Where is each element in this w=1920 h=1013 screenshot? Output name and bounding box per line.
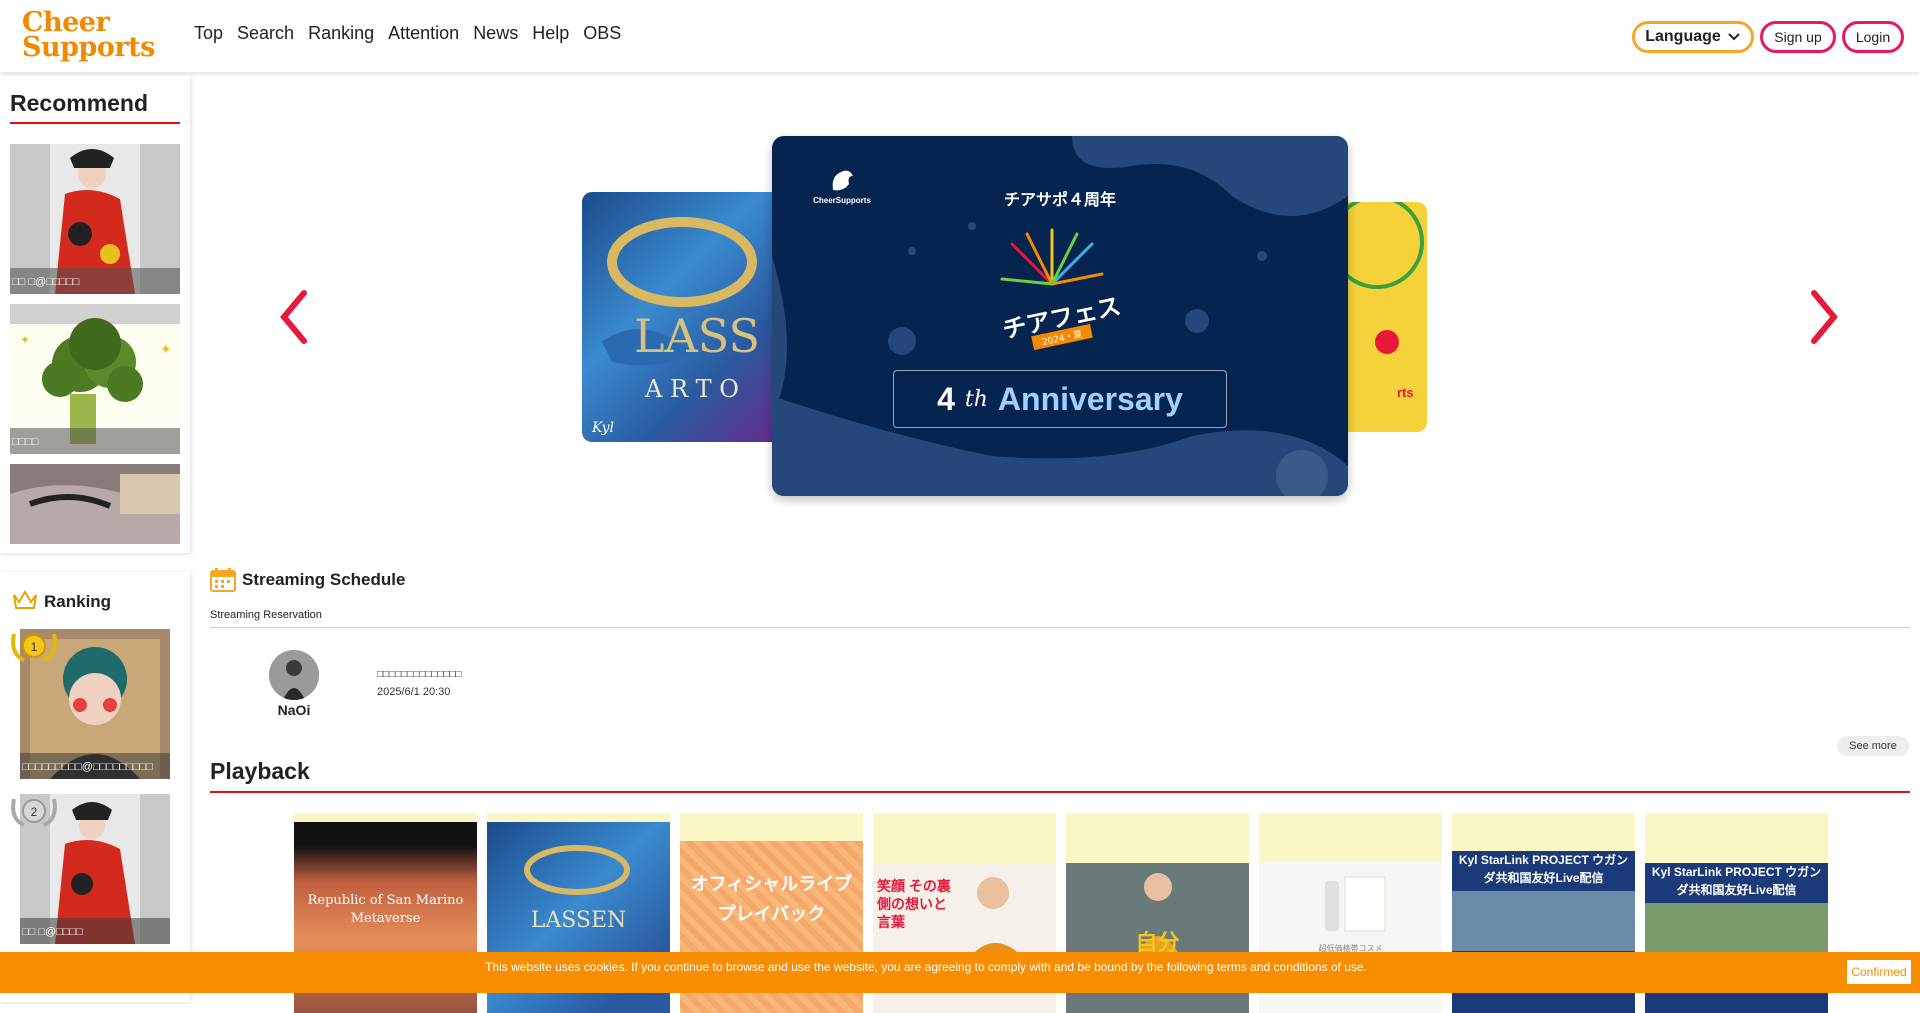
playback-title: Playback [210, 758, 1910, 793]
streamer-name[interactable]: NaOi [264, 702, 324, 718]
streaming-schedule-title: Streaming Schedule [242, 570, 406, 589]
recommend-card[interactable]: ✦ ✦ □□□□ [10, 304, 180, 454]
playback-thumbnail-text: 笑顔 その裏側の想いと言葉 [877, 878, 951, 930]
svg-text:1: 1 [31, 640, 38, 654]
nav-help[interactable]: Help [532, 23, 569, 44]
recommend-card[interactable]: □□ □@□□□□□ [10, 144, 180, 294]
nav-attention[interactable]: Attention [388, 23, 459, 44]
eye-closeup-thumbnail [10, 464, 180, 544]
cheer-supports-logo[interactable]: Cheer Supports [22, 9, 167, 63]
cookie-notice-text: This website uses cookies. If you contin… [485, 960, 1367, 974]
recommend-panel: Recommend □□ □@□□□□□ ✦ ✦ □□□□ [0, 76, 190, 553]
recommend-card-label: □□ □@□□□□□ [10, 268, 180, 294]
header: Cheer Supports Top Search Ranking Attent… [0, 0, 1920, 72]
nav-top[interactable]: Top [194, 23, 223, 44]
playback-thumbnail-text: Republic of San Marino Metaverse [307, 893, 464, 926]
nav-obs[interactable]: OBS [583, 23, 621, 44]
gold-medal-icon: 1 [11, 633, 57, 662]
chevron-down-icon [1728, 33, 1740, 41]
svg-text:✦: ✦ [20, 333, 30, 347]
ranking-panel: Ranking □□□□□□□□□@□□□□□□□□□ □□ □@□□□□ 1 … [0, 572, 190, 1002]
fireworks-icon: チアフェス 2024・夏 [1000, 228, 1123, 351]
main-nav: Top Search Ranking Attention News Help O… [194, 23, 621, 44]
streaming-schedule-heading: Streaming Schedule [210, 568, 405, 592]
playback-thumbnail-text: Kyl StarLink PROJECT ウガンダ共和国友好Live配信 [1651, 865, 1822, 897]
stream-date: 2025/6/1 20:30 [377, 686, 451, 698]
sidebar: Recommend □□ □@□□□□□ ✦ ✦ □□□□ Ranking □□… [0, 72, 192, 1002]
streaming-reservation-label: Streaming Reservation [210, 609, 1910, 628]
carousel-prev-arrow-icon[interactable] [274, 287, 314, 347]
banner-title: チアサポ４周年 [1003, 192, 1116, 209]
nav-news[interactable]: News [473, 23, 518, 44]
crown-icon [13, 590, 37, 609]
stream-title[interactable]: □□□□□□□□□□□□□□ [377, 669, 462, 680]
language-label: Language [1645, 28, 1721, 45]
right-slide-artwork: rts [1337, 202, 1424, 400]
playback-thumbnail-text: オフィシャルライブ プレイバック [690, 874, 853, 924]
language-button[interactable]: Language [1632, 21, 1754, 53]
carousel-next-arrow-icon[interactable] [1804, 287, 1844, 347]
svg-text:rts: rts [1397, 385, 1414, 400]
svg-text:Kyl: Kyl [591, 420, 614, 436]
carousel-slide-right[interactable]: rts [1337, 202, 1427, 432]
ranking-title: Ranking [44, 592, 112, 611]
anniversary-suffix: th [964, 386, 988, 412]
anniversary-number: 4 [937, 380, 955, 417]
carousel-slide-main[interactable]: CheerSupports チアサポ４周年 チアフェス 2024・夏 4 th … [772, 136, 1348, 496]
main-content: LASS A R T O Kyl rts CheerSupports チアサポ４… [192, 72, 1920, 1013]
nav-ranking[interactable]: Ranking [308, 23, 374, 44]
cookie-confirm-button[interactable]: Confirmed [1846, 959, 1912, 985]
nav-search[interactable]: Search [237, 23, 294, 44]
streamer-avatar[interactable] [269, 650, 319, 700]
lassen-artwork: LASS A R T O Kyl [591, 217, 760, 436]
login-button[interactable]: Login [1842, 21, 1904, 53]
cookie-consent-bar: This website uses cookies. If you contin… [0, 952, 1920, 993]
svg-text:✦: ✦ [160, 341, 172, 357]
ranking-card-label: □□ □@□□□□ [20, 918, 170, 944]
carousel-slide-lassen[interactable]: LASS A R T O Kyl [582, 192, 782, 442]
ranking-card-label: □□□□□□□□□@□□□□□□□□□ [20, 753, 170, 779]
recommend-card[interactable] [10, 464, 180, 544]
anniversary-word: Anniversary [997, 380, 1183, 417]
playback-thumbnail-text: Kyl StarLink PROJECT ウガンダ共和国友好Live配信 [1458, 853, 1629, 885]
recommend-card-label: □□□□ [10, 428, 180, 454]
anniversary-badge: 4 th Anniversary [893, 370, 1227, 428]
silver-medal-icon: 2 [11, 798, 57, 827]
svg-text:LASS: LASS [634, 309, 760, 363]
signup-button[interactable]: Sign up [1760, 21, 1836, 53]
recommend-title: Recommend [10, 90, 180, 124]
calendar-icon [210, 568, 236, 592]
svg-text:A R T O: A R T O [644, 375, 739, 403]
playback-thumbnail-text: LASSEN [530, 908, 627, 933]
logo-line-2: Supports [22, 32, 155, 63]
streamer-avatar-image [269, 650, 319, 700]
see-more-button[interactable]: See more [1837, 736, 1909, 756]
svg-text:2: 2 [31, 805, 38, 819]
